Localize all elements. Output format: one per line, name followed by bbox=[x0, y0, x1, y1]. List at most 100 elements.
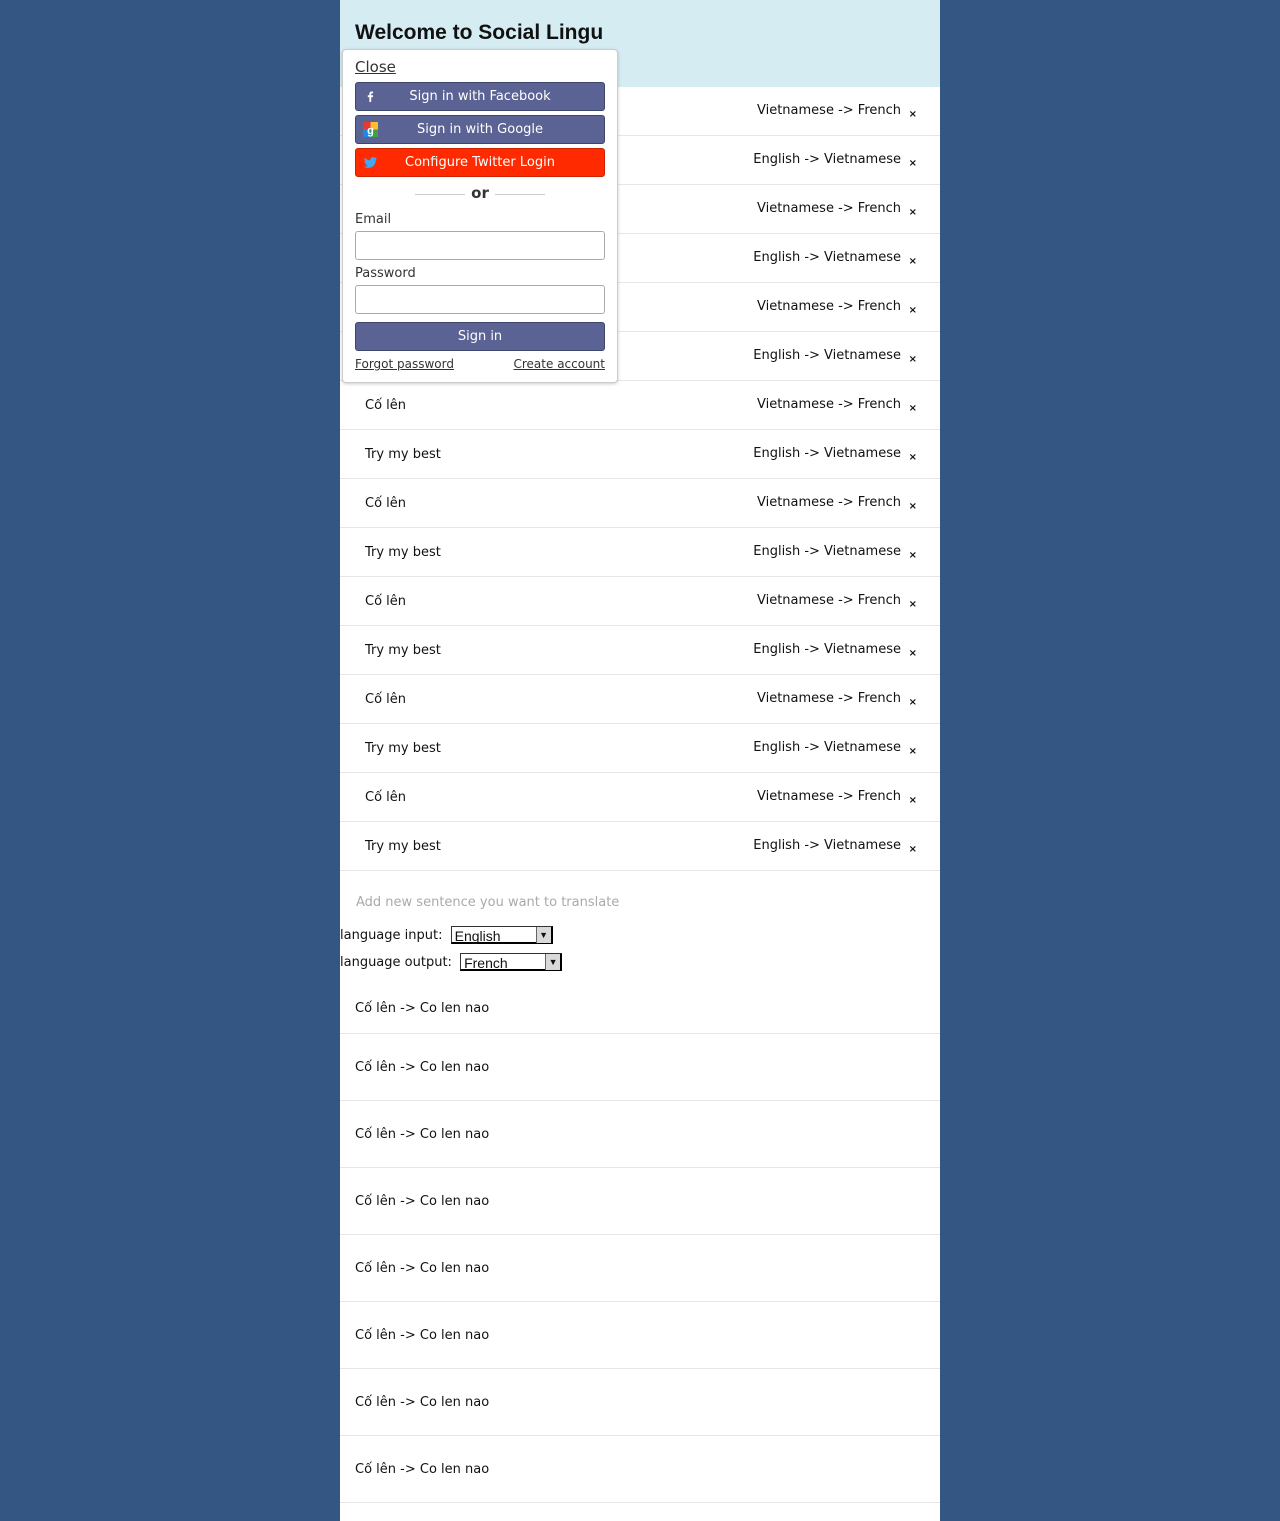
facebook-signin-button[interactable]: Sign in with Facebook bbox=[355, 82, 605, 111]
language-pair: English -> Vietnamese bbox=[753, 152, 901, 167]
translation-row: Cố lên -> Co len nao bbox=[340, 975, 940, 1034]
sentence-text: Try my best bbox=[365, 643, 441, 658]
language-pair: English -> Vietnamese bbox=[753, 544, 901, 559]
sentence-text: Try my best bbox=[365, 545, 441, 560]
delete-icon[interactable]: × bbox=[909, 746, 917, 757]
language-pair: Vietnamese -> French bbox=[756, 691, 901, 706]
signin-button[interactable]: Sign in bbox=[355, 322, 605, 351]
sentence-text: Try my best bbox=[365, 447, 441, 462]
delete-icon[interactable]: × bbox=[909, 403, 917, 414]
translation-text: Cố lên -> Co len nao bbox=[355, 1001, 490, 1016]
google-signin-label: Sign in with Google bbox=[416, 122, 544, 137]
sentence-row[interactable]: Try my best English -> Vietnamese × bbox=[340, 724, 940, 773]
sentence-row[interactable]: Cố lên Vietnamese -> French × bbox=[340, 479, 940, 528]
translation-row: Cố lên -> Co len nao bbox=[340, 1235, 940, 1302]
language-output-select[interactable]: French ▼ bbox=[460, 953, 563, 971]
sentence-text: Cố lên bbox=[365, 398, 407, 413]
delete-icon[interactable]: × bbox=[909, 452, 917, 463]
translation-row: Cố lên -> Co len nao bbox=[340, 1168, 940, 1235]
sentence-text: Cố lên bbox=[365, 594, 407, 609]
translation-text: Cố lên -> Co len nao bbox=[355, 1462, 490, 1477]
language-pair: English -> Vietnamese bbox=[753, 740, 901, 755]
delete-icon[interactable]: × bbox=[909, 256, 917, 267]
delete-icon[interactable]: × bbox=[909, 305, 917, 316]
translation-text: Cố lên -> Co len nao bbox=[355, 1261, 490, 1276]
sentence-text: Try my best bbox=[365, 839, 441, 854]
sentence-row[interactable]: Cố lên Vietnamese -> French × bbox=[340, 773, 940, 822]
sentence-row[interactable]: Try my best English -> Vietnamese × bbox=[340, 430, 940, 479]
language-pair: Vietnamese -> French bbox=[756, 593, 901, 608]
or-divider: or bbox=[355, 184, 605, 202]
language-pair: English -> Vietnamese bbox=[753, 348, 901, 363]
delete-icon[interactable]: × bbox=[909, 844, 917, 855]
sentence-text: Cố lên bbox=[365, 790, 407, 805]
sentence-text: Cố lên bbox=[365, 692, 407, 707]
google-icon: g bbox=[363, 122, 378, 137]
dropdown-arrow-icon: ▼ bbox=[545, 954, 561, 970]
sentence-text: Cố lên bbox=[365, 496, 407, 511]
twitter-bird-icon bbox=[363, 157, 377, 168]
language-input-select[interactable]: English ▼ bbox=[450, 926, 553, 944]
login-popup: Close Sign in with Facebook g Sign in wi… bbox=[342, 49, 618, 383]
sentence-text: Try my best bbox=[365, 741, 441, 756]
language-pair: Vietnamese -> French bbox=[756, 495, 901, 510]
translation-text: Cố lên -> Co len nao bbox=[355, 1328, 490, 1343]
translation-row: Cố lên -> Co len nao bbox=[340, 1101, 940, 1168]
svg-text:g: g bbox=[367, 125, 374, 137]
divider-line bbox=[495, 194, 545, 195]
translation-row: Cố lên -> Co len nao bbox=[340, 1436, 940, 1503]
translation-row: Cố lên -> Co len nao bbox=[340, 1302, 940, 1369]
email-field[interactable] bbox=[355, 231, 605, 260]
language-pair: Vietnamese -> French bbox=[756, 201, 901, 216]
add-sentence-input[interactable]: Add new sentence you want to translate bbox=[356, 895, 619, 910]
sentence-row[interactable]: Cố lên Vietnamese -> French × bbox=[340, 577, 940, 626]
or-label: or bbox=[471, 184, 489, 202]
dropdown-arrow-icon: ▼ bbox=[535, 927, 551, 943]
facebook-signin-label: Sign in with Facebook bbox=[409, 89, 551, 104]
delete-icon[interactable]: × bbox=[909, 795, 917, 806]
sentence-row[interactable]: Try my best English -> Vietnamese × bbox=[340, 626, 940, 675]
facebook-icon bbox=[363, 89, 378, 104]
delete-icon[interactable]: × bbox=[909, 550, 917, 561]
translation-text: Cố lên -> Co len nao bbox=[355, 1060, 490, 1075]
page-title: Welcome to Social Lingu bbox=[355, 21, 604, 44]
twitter-login-label: Configure Twitter Login bbox=[405, 155, 555, 170]
sentence-row[interactable]: Cố lên Vietnamese -> French × bbox=[340, 675, 940, 724]
translation-row: Cố lên -> Co len nao bbox=[340, 1034, 940, 1101]
delete-icon[interactable]: × bbox=[909, 158, 917, 169]
language-input-label: language input: bbox=[340, 927, 443, 943]
delete-icon[interactable]: × bbox=[909, 599, 917, 610]
language-pair: English -> Vietnamese bbox=[753, 446, 901, 461]
sentence-row[interactable]: Try my best English -> Vietnamese × bbox=[340, 528, 940, 577]
language-pair: Vietnamese -> French bbox=[756, 299, 901, 314]
sentence-row[interactable]: Try my best English -> Vietnamese × bbox=[340, 822, 940, 871]
sentence-row[interactable]: Cố lên Vietnamese -> French × bbox=[340, 381, 940, 430]
delete-icon[interactable]: × bbox=[909, 354, 917, 365]
translation-text: Cố lên -> Co len nao bbox=[355, 1395, 490, 1410]
language-pair: English -> Vietnamese bbox=[753, 642, 901, 657]
delete-icon[interactable]: × bbox=[909, 109, 917, 120]
email-label: Email bbox=[355, 212, 392, 227]
translation-text: Cố lên -> Co len nao bbox=[355, 1194, 490, 1209]
delete-icon[interactable]: × bbox=[909, 648, 917, 659]
create-account-link[interactable]: Create account bbox=[514, 357, 606, 371]
language-pair: Vietnamese -> French bbox=[756, 103, 901, 118]
delete-icon[interactable]: × bbox=[909, 207, 917, 218]
translation-row: Cố lên -> Co len nao bbox=[340, 1369, 940, 1436]
twitter-login-button[interactable]: Configure Twitter Login bbox=[355, 148, 605, 177]
close-link[interactable]: Close bbox=[355, 58, 396, 76]
language-output-label: language output: bbox=[340, 954, 452, 970]
delete-icon[interactable]: × bbox=[909, 501, 917, 512]
language-input-row: language input: English ▼ bbox=[340, 926, 553, 944]
divider-line bbox=[415, 194, 465, 195]
language-output-value: French bbox=[464, 955, 508, 971]
language-pair: Vietnamese -> French bbox=[756, 789, 901, 804]
google-signin-button[interactable]: g Sign in with Google bbox=[355, 115, 605, 144]
password-field[interactable] bbox=[355, 285, 605, 314]
delete-icon[interactable]: × bbox=[909, 697, 917, 708]
translation-text: Cố lên -> Co len nao bbox=[355, 1127, 490, 1142]
language-output-row: language output: French ▼ bbox=[340, 953, 563, 971]
password-label: Password bbox=[355, 266, 416, 281]
forgot-password-link[interactable]: Forgot password bbox=[355, 357, 454, 371]
language-input-value: English bbox=[454, 928, 501, 944]
